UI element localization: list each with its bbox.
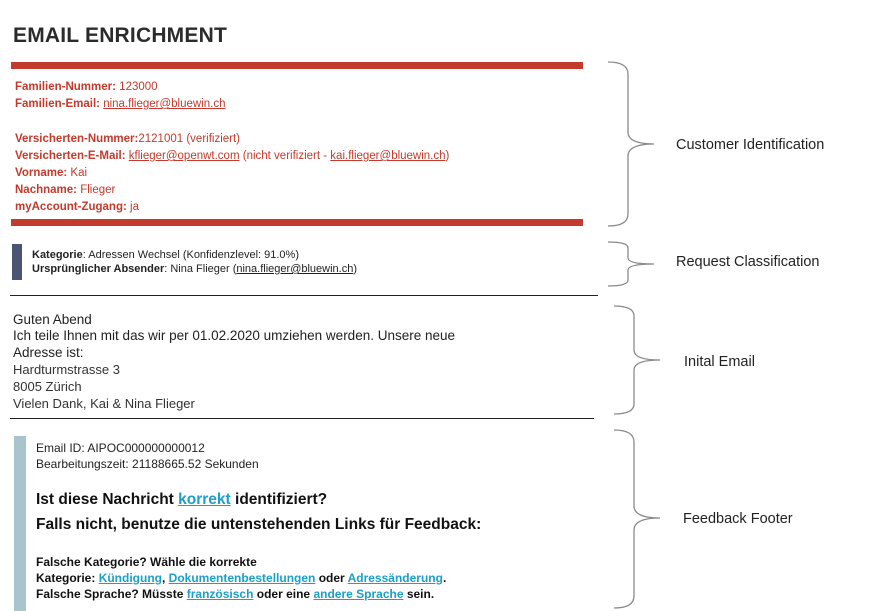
myaccount-value: ja [130, 201, 139, 213]
versicherten-email-row: Versicherten-E-Mail: kflieger@openwt.com… [15, 148, 449, 165]
andere-sprache-link[interactable]: andere Sprache [313, 587, 403, 601]
kategorie-row: Kategorie: Adressen Wechsel (Konfidenzle… [32, 248, 299, 262]
familien-email-row: Familien-Email: nina.flieger@bluewin.ch [15, 96, 225, 113]
feedback-question-1-pre: Ist diese Nachricht [36, 491, 179, 508]
customer-identification-brace-icon [607, 61, 655, 227]
email-body-line-2: Adresse ist: [13, 345, 84, 360]
email-greeting: Guten Abend [13, 312, 92, 327]
absender-email-link[interactable]: nina.flieger@bluewin.ch [236, 263, 353, 275]
familien-nummer-row: Familien-Nummer: 123000 [15, 79, 158, 96]
wrong-language-pre: Falsche Sprache? Müsste [36, 587, 187, 601]
label-customer-identification: Customer Identification [676, 137, 825, 153]
divider-1 [10, 295, 598, 296]
email-signoff: Vielen Dank, Kai & Nina Flieger [13, 396, 195, 411]
familien-nummer-value: 123000 [119, 81, 158, 93]
feedback-question-1-post: identifiziert? [230, 491, 328, 508]
versicherten-email-note: (nicht verifiziert - [242, 150, 328, 162]
label-initial-email: Inital Email [684, 354, 755, 370]
email-street: Hardturmstrasse 3 [13, 362, 120, 377]
absender-row: Ursprünglicher Absender: Nina Flieger (n… [32, 262, 357, 276]
versicherten-email-link[interactable]: kflieger@openwt.com [129, 150, 240, 162]
email-id: Email ID: AIPOC000000000012 [36, 441, 205, 455]
adressaenderung-link[interactable]: Adressänderung [348, 571, 443, 585]
versicherten-nummer-label: Versicherten-Nummer: [15, 133, 139, 145]
page-title: EMAIL ENRICHMENT [13, 24, 227, 47]
email-body-line-1: Ich teile Ihnen mit das wir per 01.02.20… [13, 328, 456, 343]
feedback-footer-brace-icon [613, 429, 661, 609]
wrong-language-line: Falsche Sprache? Müsste französisch oder… [36, 587, 434, 603]
myaccount-label: myAccount-Zugang: [15, 201, 127, 213]
category-links-end: . [442, 571, 447, 585]
request-classification-brace-icon [607, 241, 655, 287]
label-request-classification: Request Classification [676, 254, 820, 270]
divider-2 [10, 418, 594, 419]
absender-close: ) [353, 263, 358, 275]
processing-time: Bearbeitungszeit: 21188665.52 Sekunden [36, 457, 259, 471]
feedback-question-2: Falls nicht, benutze die untenstehenden … [36, 516, 482, 533]
category-links-line: Kategorie: Kündigung, Dokumentenbestellu… [36, 571, 446, 587]
versicherten-nummer-row: Versicherten-Nummer:2121001 (verifiziert… [15, 131, 240, 148]
nachname-row: Nachname: Flieger [15, 182, 115, 199]
familien-email-label: Familien-Email: [15, 98, 100, 110]
wrong-language-mid: oder eine [253, 587, 314, 601]
vorname-label: Vorname: [15, 167, 68, 179]
franzoesisch-link[interactable]: französisch [187, 587, 254, 601]
familien-nummer-label: Familien-Nummer: [15, 81, 116, 93]
initial-email-brace-icon [613, 305, 661, 415]
versicherten-email-close: ) [445, 150, 450, 162]
kategorie-label: Kategorie [32, 249, 83, 261]
classification-accent-bar [12, 244, 22, 280]
category-links-mid: oder [315, 571, 348, 585]
absender-value: : Nina Flieger ( [164, 263, 237, 275]
versicherten-email-alt-link[interactable]: kai.flieger@bluewin.ch [330, 150, 445, 162]
wrong-language-end: sein. [403, 587, 435, 601]
feedback-question-1: Ist diese Nachricht korrekt identifizier… [36, 491, 327, 509]
vorname-row: Vorname: Kai [15, 165, 87, 182]
versicherten-nummer-note: (verifiziert) [186, 133, 241, 145]
label-feedback-footer: Feedback Footer [683, 511, 793, 527]
email-city: 8005 Zürich [13, 379, 82, 394]
korrekt-link[interactable]: korrekt [178, 491, 231, 508]
wrong-category-line: Falsche Kategorie? Wähle die korrekte [36, 555, 257, 569]
category-links-pre: Kategorie: [36, 571, 99, 585]
kategorie-value: : Adressen Wechsel (Konfidenzlevel: 91.0… [82, 249, 299, 261]
absender-label: Ursprünglicher Absender [32, 263, 165, 275]
category-links-sep: , [162, 571, 169, 585]
myaccount-row: myAccount-Zugang: ja [15, 199, 139, 216]
vorname-value: Kai [70, 167, 88, 179]
top-red-bar [11, 62, 583, 69]
nachname-label: Nachname: [15, 184, 77, 196]
nachname-value: Flieger [80, 184, 116, 196]
bottom-red-bar [11, 219, 583, 226]
kuendigung-link[interactable]: Kündigung [99, 571, 162, 585]
familien-email-link[interactable]: nina.flieger@bluewin.ch [103, 98, 225, 110]
dokumentenbestellungen-link[interactable]: Dokumentenbestellungen [169, 571, 316, 585]
versicherten-nummer-value: 2121001 [138, 133, 184, 145]
versicherten-email-label: Versicherten-E-Mail: [15, 150, 126, 162]
feedback-accent-bar [14, 436, 26, 611]
